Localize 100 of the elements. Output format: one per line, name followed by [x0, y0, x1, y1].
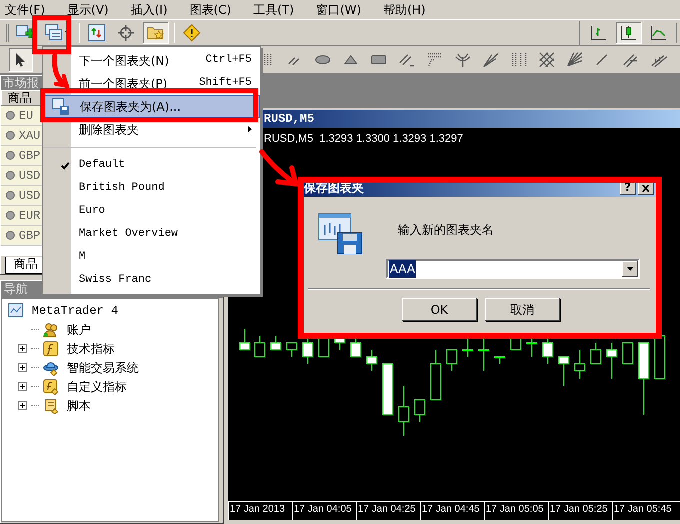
symbol-cell[interactable]: USD [19, 186, 41, 204]
axis-label: 17 Jan 04:45 [420, 502, 484, 520]
dropdown-button[interactable] [622, 261, 638, 277]
tree-item[interactable]: 自定义指标 [67, 378, 127, 396]
dialog-button[interactable]: 取消 [485, 298, 560, 321]
candlestick [414, 400, 426, 422]
axis-label: 17 Jan 04:05 [292, 502, 356, 520]
symbol-cell[interactable]: XAU [19, 126, 41, 144]
candlestick [606, 342, 618, 380]
axis-label: 17 Jan 05:05 [484, 502, 548, 520]
function-icon [43, 378, 59, 394]
candlestick [270, 336, 282, 350]
symbol-cell[interactable]: EU [19, 106, 34, 124]
line-chart-icon [650, 24, 668, 42]
candlestick [240, 328, 250, 350]
caret-icon [626, 267, 634, 271]
save-windows-icon [52, 98, 70, 116]
menu-entry[interactable]: Default [43, 154, 260, 177]
window-chart-icon [8, 302, 24, 318]
fibonacci-fan-icon[interactable] [482, 50, 500, 68]
crosshair-icon [117, 24, 135, 42]
toolbar-button[interactable] [143, 22, 169, 44]
status-dot-icon [6, 191, 15, 200]
candlestick [558, 356, 570, 386]
tree-item[interactable]: 技术指标 [67, 340, 115, 358]
menu-entry[interactable]: British Pound [43, 177, 260, 200]
axis-label: 17 Jan 04:25 [356, 502, 420, 520]
expand-toggle[interactable] [18, 401, 27, 410]
function-icon [43, 340, 59, 356]
cursor-tool-button[interactable] [9, 48, 33, 72]
status-dot-icon [6, 111, 15, 120]
candlestick [622, 342, 634, 364]
candlestick-icon [620, 24, 638, 42]
candlestick [254, 336, 266, 358]
tree-item[interactable]: 智能交易系统 [67, 358, 139, 376]
candlestick [286, 342, 298, 358]
people-icon [43, 322, 59, 338]
axis-label: 17 Jan 05:25 [548, 502, 612, 520]
menu-item[interactable]: 帮助(H) [378, 0, 431, 18]
prompt-text: 输入新的图表夹名 [398, 222, 494, 239]
submenu-arrow-icon [248, 126, 252, 133]
fibonacci-expansion-icon[interactable] [426, 50, 444, 68]
status-dot-icon [6, 231, 15, 240]
gann-grid-icon[interactable] [538, 50, 556, 68]
tree-item[interactable]: 脚本 [67, 396, 91, 414]
menu-item[interactable]: 插入(I) [126, 0, 173, 18]
chart-title: RUSD,M5 [264, 111, 314, 128]
warning-icon [183, 24, 201, 42]
menu-entry[interactable]: Market Overview [43, 223, 260, 246]
menu-entry[interactable]: 删除图表夹 [43, 118, 260, 141]
status-dot-icon [6, 211, 15, 220]
menu-item[interactable]: 文件(F) [0, 0, 50, 18]
symbol-cell[interactable]: GBP [19, 226, 41, 244]
window-arrows-icon [88, 24, 106, 42]
candlestick [574, 350, 586, 380]
menu-item[interactable]: 窗口(W) [311, 0, 366, 18]
status-dot-icon [6, 171, 15, 180]
bar-chart-icon [590, 24, 608, 42]
menu-item[interactable]: 显示(V) [62, 0, 114, 18]
candlestick [366, 350, 378, 372]
scroll-icon [43, 398, 59, 414]
check-icon [60, 162, 70, 170]
save-chart-icon [318, 213, 364, 255]
status-dot-icon [6, 151, 15, 160]
gann-fan-icon[interactable] [566, 50, 584, 68]
symbol-cell[interactable]: EUR [19, 206, 41, 224]
dialog-button[interactable]: OK [402, 298, 477, 321]
candlestick [654, 336, 666, 380]
axis-label: 17 Jan 2013 [228, 502, 292, 520]
profile-name-combo[interactable]: AAA [386, 259, 640, 279]
annotation-arrow [52, 54, 70, 89]
highlight-frame [32, 16, 72, 54]
chart-type-button[interactable] [616, 22, 642, 44]
arrow-pointer-icon [15, 52, 27, 68]
expand-toggle[interactable] [18, 363, 27, 372]
axis-label: 17 Jan 05:45 [612, 502, 676, 520]
expand-toggle[interactable] [18, 344, 27, 353]
menu-entry[interactable]: 保存图表夹为(A)... [43, 95, 260, 118]
price-info: RUSD,M5 1.3293 1.3300 1.3293 1.3297 [264, 132, 464, 147]
candlestick [494, 356, 506, 364]
candlestick [430, 350, 442, 400]
tree-item[interactable]: MetaTrader 4 [32, 302, 118, 320]
candlestick [446, 350, 458, 372]
fibonacci-time-icon[interactable] [510, 50, 528, 68]
menu-item[interactable]: 图表(C) [184, 0, 236, 18]
symbol-cell[interactable]: GBP [19, 146, 41, 164]
candlestick [590, 342, 602, 364]
new-chart-icon [16, 24, 34, 42]
candlestick [398, 386, 410, 436]
expand-toggle[interactable] [18, 382, 27, 391]
shortcut-text: Ctrl+F5 [206, 53, 252, 68]
hat-icon [43, 360, 59, 376]
close-icon [642, 184, 650, 192]
menu-item[interactable]: 工具(T) [248, 0, 300, 18]
menu-entry[interactable]: 下一个图表夹(N) Ctrl+F5 [43, 49, 260, 72]
tree-item[interactable]: 账户 [67, 320, 91, 338]
status-dot-icon [6, 131, 15, 140]
symbol-cell[interactable]: USD [19, 166, 41, 184]
menu-entry[interactable]: Euro [43, 200, 260, 223]
annotation-arrow [260, 150, 300, 187]
